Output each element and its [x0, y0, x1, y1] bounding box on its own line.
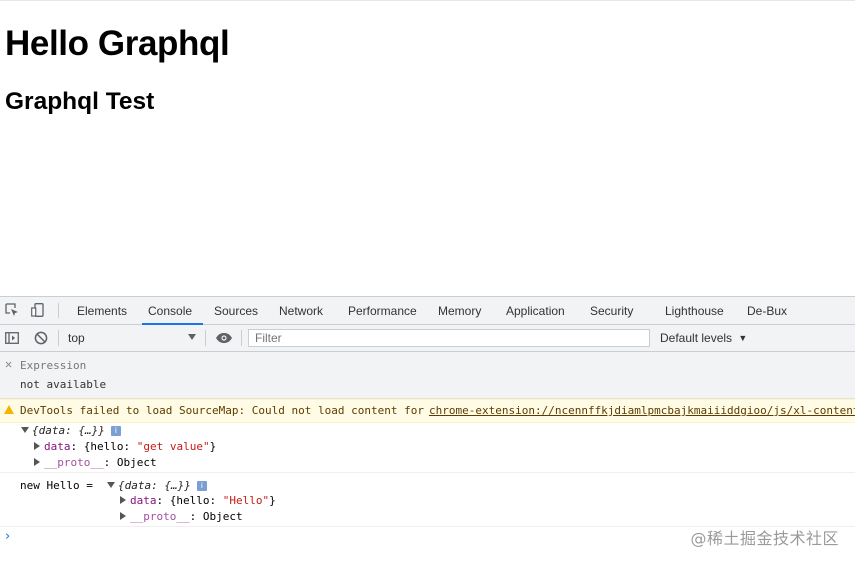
page-content: Hello Graphql Graphql Test: [0, 0, 855, 296]
colon: :: [70, 440, 84, 453]
string-value: "Hello": [222, 494, 270, 507]
tab-application[interactable]: Application: [506, 297, 565, 324]
toolbar-separator: [205, 330, 206, 346]
warning-text: DevTools failed to load SourceMap: Could…: [20, 404, 424, 417]
expression-label: Expression: [20, 359, 87, 372]
tab-elements[interactable]: Elements: [77, 297, 127, 324]
tab-memory[interactable]: Memory: [438, 297, 481, 324]
log2-prefix: new Hello =: [20, 479, 93, 492]
tab-network[interactable]: Network: [279, 297, 323, 324]
watermark-text: @稀土掘金技术社区: [690, 529, 839, 548]
expand-triangle-icon[interactable]: [120, 512, 126, 520]
proto-key: __proto__: [130, 510, 190, 523]
expand-triangle-icon[interactable]: [107, 482, 115, 488]
expand-triangle-icon[interactable]: [34, 458, 40, 466]
colon: :: [156, 494, 170, 507]
proto-key: __proto__: [44, 456, 104, 469]
log2-data-property[interactable]: data: {hello: "Hello"}: [120, 494, 276, 507]
live-expression: ✕ Expression not available: [0, 352, 855, 399]
value-prefix: {hello:: [83, 440, 137, 453]
sidebar-toggle-icon[interactable]: [5, 331, 19, 345]
proto-value: Object: [116, 456, 157, 469]
page-heading: Hello Graphql: [5, 24, 230, 63]
tab-security[interactable]: Security: [590, 297, 633, 324]
tab-performance[interactable]: Performance: [348, 297, 417, 324]
log1-proto-property[interactable]: __proto__: Object: [34, 456, 157, 469]
expand-triangle-icon[interactable]: [120, 496, 126, 504]
expression-value: not available: [20, 378, 107, 391]
colon: :: [103, 456, 117, 469]
info-icon: i: [196, 481, 207, 491]
filter-input[interactable]: [248, 329, 650, 347]
expand-triangle-icon[interactable]: [21, 427, 29, 433]
info-icon: i: [110, 426, 121, 436]
property-key: data: [44, 440, 71, 453]
object-preview: {data: {…}}: [32, 424, 105, 437]
value-prefix: {hello:: [169, 494, 223, 507]
expand-triangle-icon[interactable]: [34, 442, 40, 450]
clear-console-icon[interactable]: [34, 331, 48, 345]
log1-object-summary[interactable]: {data: {…}} i: [21, 424, 121, 437]
close-icon[interactable]: ✕: [5, 357, 12, 371]
object-preview: {data: {…}}: [118, 479, 191, 492]
string-value: "get value": [136, 440, 210, 453]
log2-proto-property[interactable]: __proto__: Object: [120, 510, 243, 523]
proto-value: Object: [202, 510, 243, 523]
warning-icon: [4, 405, 14, 414]
log-levels-label: Default levels: [660, 331, 733, 345]
console-prompt[interactable]: ›: [5, 529, 10, 544]
page-subheading: Graphql Test: [5, 88, 155, 115]
log-levels-dropdown[interactable]: Default levels ▼: [660, 325, 747, 351]
eye-icon[interactable]: [215, 331, 233, 345]
tab-de-bux[interactable]: De-Bux: [747, 297, 787, 324]
device-toolbar-icon[interactable]: [31, 303, 45, 317]
log-divider: [0, 472, 855, 473]
tab-console[interactable]: Console: [141, 297, 204, 325]
inspect-element-icon[interactable]: [5, 303, 19, 317]
tab-lighthouse[interactable]: Lighthouse: [665, 297, 724, 324]
devtools-tabbar: Elements Console Sources Network Perform…: [0, 297, 855, 325]
devtools-panel: Elements Console Sources Network Perform…: [0, 296, 855, 563]
value-suffix: }: [209, 440, 217, 453]
chevron-down-icon[interactable]: [188, 334, 196, 340]
console-toolbar: top Default levels ▼: [0, 325, 855, 352]
log2-object-summary[interactable]: {data: {…}} i: [107, 479, 207, 492]
warning-message: DevTools failed to load SourceMap: Could…: [0, 399, 855, 423]
tabbar-separator: [58, 303, 59, 318]
tab-sources[interactable]: Sources: [214, 297, 258, 324]
toolbar-separator: [58, 330, 59, 346]
context-selector[interactable]: top: [68, 325, 85, 351]
colon: :: [189, 510, 203, 523]
value-suffix: }: [269, 494, 276, 507]
sourcemap-link[interactable]: chrome-extension://ncennffkjdiamlpmcbajk…: [429, 404, 855, 417]
log1-data-property[interactable]: data: {hello: "get value"}: [34, 440, 216, 453]
caret-down-icon: ▼: [738, 333, 748, 343]
toolbar-separator: [241, 330, 242, 346]
property-key: data: [130, 494, 157, 507]
